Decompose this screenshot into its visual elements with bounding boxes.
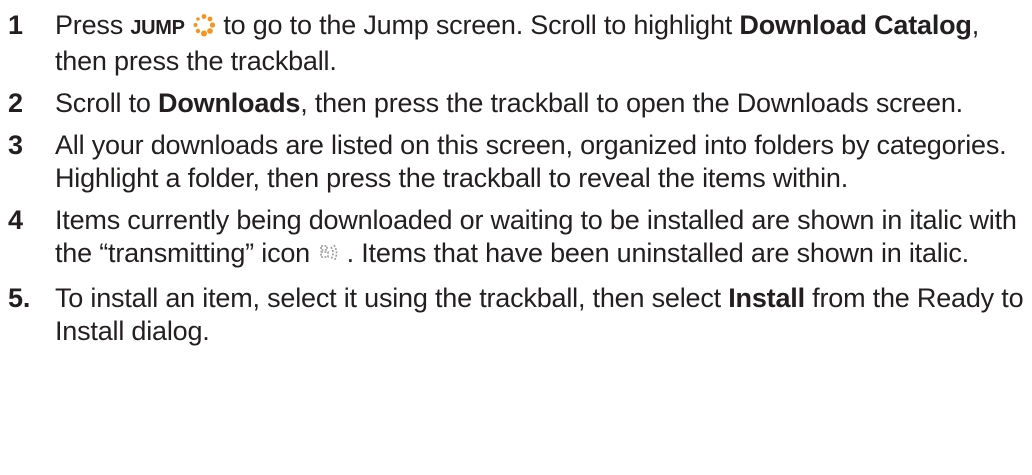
step-3: 3 All your downloads are listed on this …: [0, 129, 1032, 195]
jump-key-label: JUMP: [130, 17, 185, 39]
step-number: 5.: [8, 283, 31, 313]
step-text: All your downloads are listed on this sc…: [55, 130, 1007, 193]
step-5: 5. To install an item, select it using t…: [0, 282, 1032, 348]
step-1: 1 Press JUMP to go to the Jump screen. S…: [0, 9, 1032, 78]
instruction-steps: 1 Press JUMP to go to the Jump screen. S…: [0, 0, 1032, 348]
step-text: Press JUMP to go to the Jump screen. Scr…: [55, 10, 980, 76]
menu-item-download-catalog: Download Catalog: [739, 10, 972, 40]
jump-dots-icon: [192, 12, 216, 45]
step-4: 4 Items currently being downloaded or wa…: [0, 204, 1032, 273]
step-text: Items currently being downloaded or wait…: [55, 204, 1032, 273]
step-text: To install an item, select it using the …: [55, 283, 1024, 346]
step-number: 3: [8, 130, 23, 160]
menu-item-downloads: Downloads: [158, 88, 301, 118]
step-number: 4: [8, 205, 23, 235]
install-option: Install: [728, 283, 805, 313]
step-number: 2: [8, 88, 23, 118]
step-2: 2 Scroll to Downloads, then press the tr…: [0, 87, 1032, 120]
step-text: Scroll to Downloads, then press the trac…: [55, 88, 963, 118]
step-number: 1: [8, 10, 23, 40]
transmitting-icon: [317, 240, 339, 273]
